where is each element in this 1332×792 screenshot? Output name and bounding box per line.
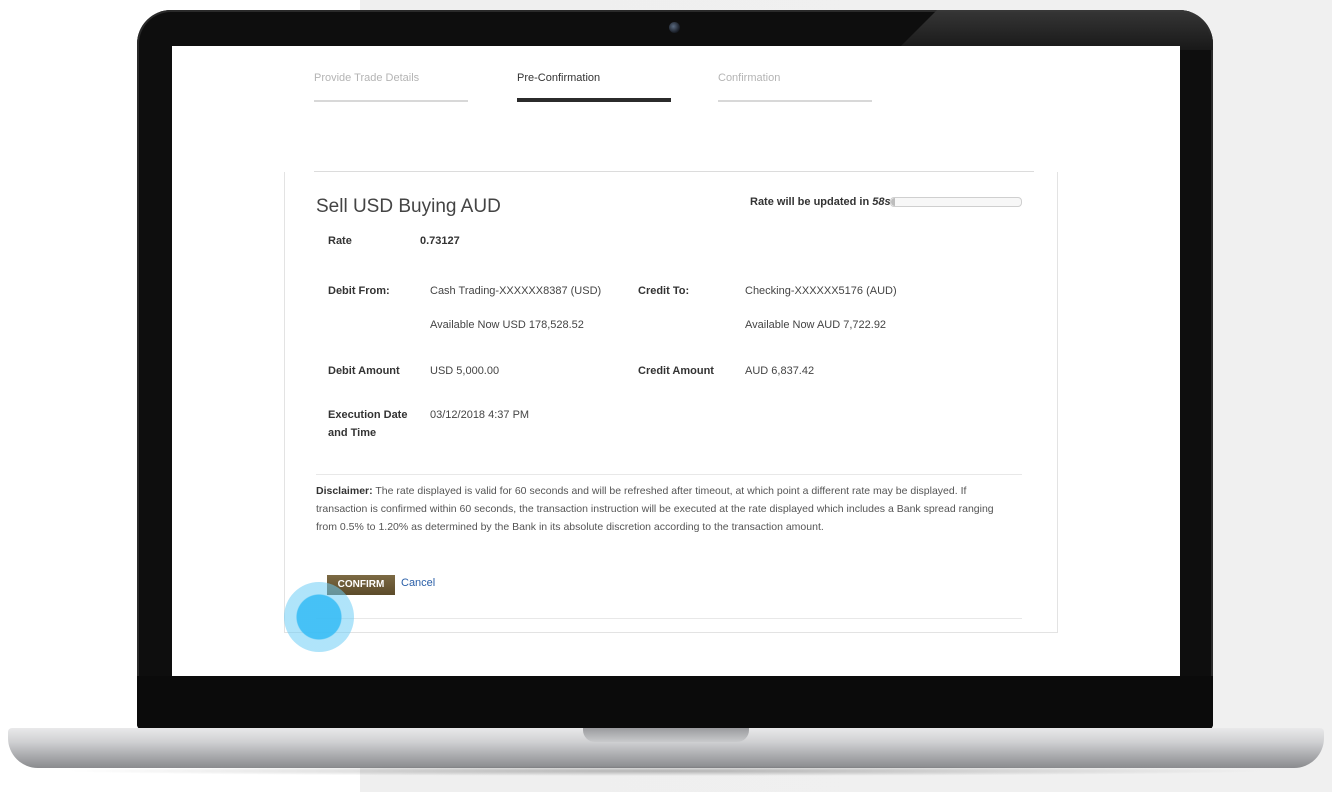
disclaimer-text: Disclaimer: The rate displayed is valid … — [316, 482, 1016, 536]
rate-value: 0.73127 — [420, 235, 460, 247]
touch-indicator — [284, 582, 354, 652]
debit-from-label: Debit From: — [328, 285, 390, 297]
debit-amount-value: USD 5,000.00 — [430, 365, 500, 377]
laptop-opening-notch — [583, 728, 749, 742]
rate-timer-text: Rate will be updated in 58s — [750, 196, 891, 208]
credit-amount-value: AUD 6,837.42 — [745, 365, 815, 377]
credit-to-available: Available Now AUD 7,722.92 — [745, 319, 887, 331]
laptop-screen: Provide Trade Details Pre-Confirmation C… — [172, 46, 1180, 676]
step-confirmation: Confirmation — [718, 72, 781, 84]
details-divider — [316, 474, 1022, 475]
rate-label: Rate — [328, 235, 352, 247]
trade-summary-card — [284, 172, 1058, 633]
rate-timer-progress-bar — [890, 197, 1022, 207]
step-bar-1 — [314, 100, 468, 102]
cancel-link[interactable]: Cancel — [401, 577, 435, 589]
rate-timer-progress-fill — [891, 198, 895, 206]
debit-amount-label: Debit Amount — [328, 365, 400, 377]
debit-from-account: Cash Trading-XXXXXX8387 (USD) — [430, 285, 602, 297]
disclaimer-heading: Disclaimer: — [316, 485, 373, 497]
debit-from-available: Available Now USD 178,528.52 — [430, 319, 584, 331]
credit-to-account: Checking-XXXXXX5176 (AUD) — [745, 285, 897, 297]
step-bar-3 — [718, 100, 872, 102]
step-pre-confirmation: Pre-Confirmation — [517, 72, 601, 84]
step-provide-trade-details: Provide Trade Details — [314, 72, 420, 84]
rate-timer-seconds: 58s — [872, 196, 891, 208]
execution-date-value: 03/12/2018 4:37 PM — [430, 409, 530, 421]
credit-to-label: Credit To: — [638, 285, 690, 297]
laptop-shadow — [60, 766, 1272, 776]
lid-reflection — [897, 10, 1213, 50]
laptop-bezel-bottom — [137, 676, 1213, 730]
rate-timer-label: Rate will be updated in — [750, 196, 870, 208]
trade-title: Sell USD Buying AUD — [316, 196, 501, 217]
credit-amount-label: Credit Amount — [638, 365, 714, 377]
step-bar-2-active — [517, 98, 671, 102]
actions-divider — [316, 618, 1022, 619]
camera-icon — [669, 22, 680, 33]
disclaimer-body: The rate displayed is valid for 60 secon… — [316, 485, 994, 533]
execution-date-label: Execution Date and Time — [328, 409, 408, 439]
